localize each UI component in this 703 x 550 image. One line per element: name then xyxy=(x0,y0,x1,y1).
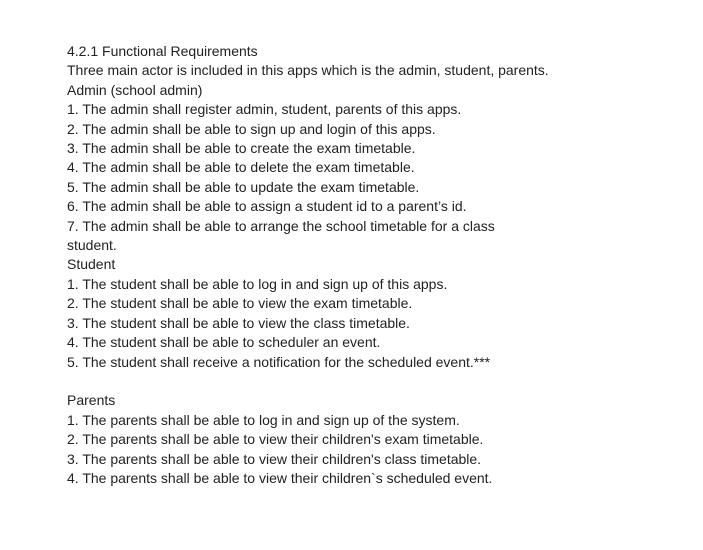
admin-requirement-continued: student. xyxy=(67,237,117,254)
student-requirement: 3. The student shall be able to view the… xyxy=(67,314,410,331)
parents-requirement: 3. The parents shall be able to view the… xyxy=(67,450,482,467)
document-body: 4.2.1 Functional Requirements Three main… xyxy=(67,42,687,488)
student-requirement: 4. The student shall be able to schedule… xyxy=(67,334,381,351)
parents-requirement: 1. The parents shall be able to log in a… xyxy=(67,411,460,428)
student-requirement: 5. The student shall receive a notificat… xyxy=(67,353,491,370)
section-heading: 4.2.1 Functional Requirements xyxy=(67,43,258,59)
intro-paragraph: Three main actor is included in this app… xyxy=(67,62,549,79)
student-section-title: Student xyxy=(67,256,116,273)
admin-requirement: 2. The admin shall be able to sign up an… xyxy=(67,120,436,137)
admin-requirement: 3. The admin shall be able to create the… xyxy=(67,140,416,157)
admin-requirement: 6. The admin shall be able to assign a s… xyxy=(67,198,467,215)
admin-requirement: 4. The admin shall be able to delete the… xyxy=(67,159,415,176)
admin-requirement: 7. The admin shall be able to arrange th… xyxy=(67,217,495,234)
parents-requirement: 2. The parents shall be able to view the… xyxy=(67,431,484,448)
admin-requirement: 5. The admin shall be able to update the… xyxy=(67,178,420,195)
parents-requirement: 4. The parents shall be able to view the… xyxy=(67,469,493,486)
student-requirement: 1. The student shall be able to log in a… xyxy=(67,275,448,292)
admin-requirement: 1. The admin shall register admin, stude… xyxy=(67,101,462,118)
parents-section-title: Parents xyxy=(67,392,116,409)
student-requirement: 2. The student shall be able to view the… xyxy=(67,295,413,312)
admin-section-title: Admin (school admin) xyxy=(67,81,203,98)
